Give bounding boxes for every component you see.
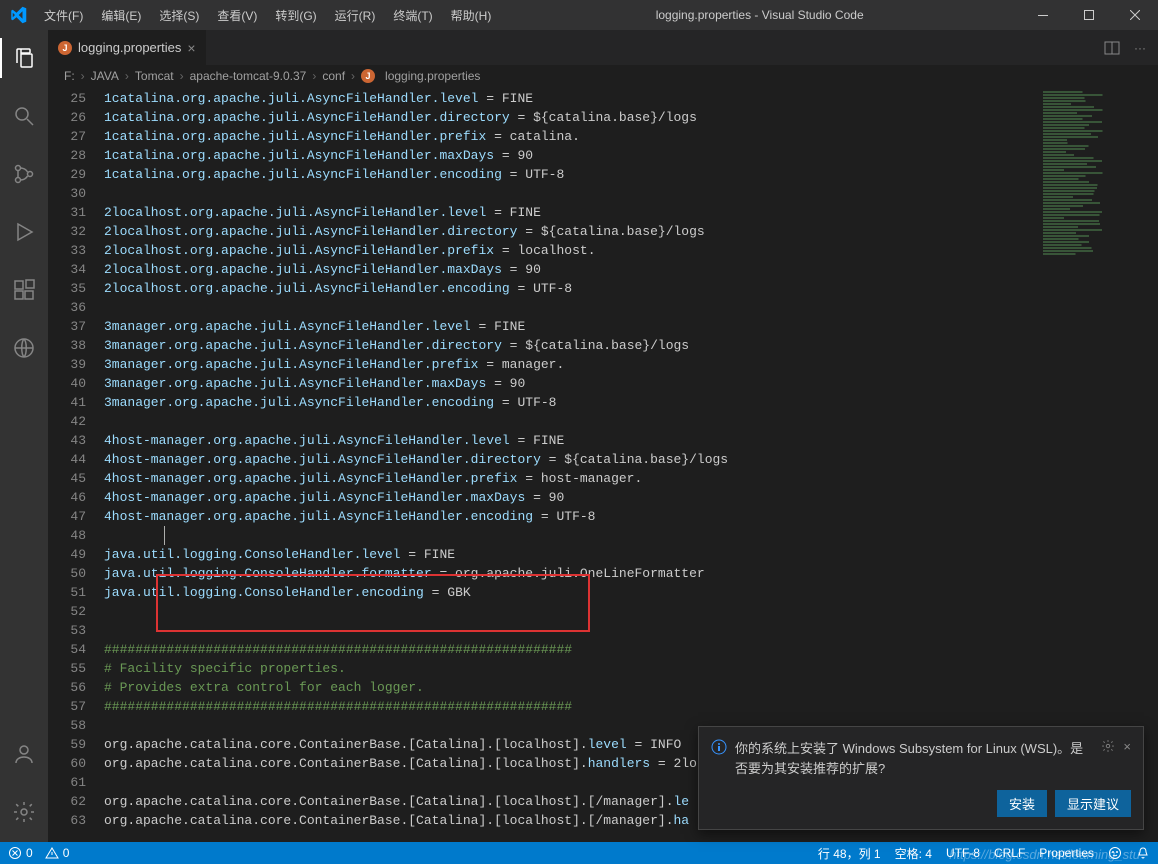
breadcrumb-item[interactable]: F: [64,69,75,83]
titlebar: 文件(F)编辑(E)选择(S)查看(V)转到(G)运行(R)终端(T)帮助(H)… [0,0,1158,30]
menu-item[interactable]: 编辑(E) [93,3,149,28]
menubar: 文件(F)编辑(E)选择(S)查看(V)转到(G)运行(R)终端(T)帮助(H) [36,3,499,28]
maximize-button[interactable] [1066,0,1112,30]
status-language[interactable]: Properties [1039,845,1094,862]
close-button[interactable] [1112,0,1158,30]
breadcrumb-item[interactable]: apache-tomcat-9.0.37 [190,69,307,83]
remote-icon[interactable] [0,328,48,368]
tab-close-icon[interactable]: × [187,40,195,56]
breadcrumb-item[interactable]: logging.properties [385,69,480,83]
status-bell-icon[interactable] [1136,845,1150,862]
status-eol[interactable]: CRLF [994,845,1025,862]
split-editor-icon[interactable] [1104,40,1120,56]
menu-item[interactable]: 帮助(H) [443,3,500,28]
breadcrumb-item[interactable]: Tomcat [135,69,174,83]
breadcrumb-item[interactable]: JAVA [91,69,119,83]
breadcrumb-item[interactable]: conf [322,69,345,83]
properties-file-icon: J [58,41,72,55]
status-feedback-icon[interactable] [1108,845,1122,862]
notification-gear-icon[interactable] [1101,739,1115,753]
menu-item[interactable]: 终端(T) [385,3,440,28]
source-control-icon[interactable] [0,154,48,194]
breadcrumb[interactable]: F:›JAVA›Tomcat›apache-tomcat-9.0.37›conf… [48,65,1158,87]
tab-logging-properties[interactable]: J logging.properties × [48,30,207,65]
debug-icon[interactable] [0,212,48,252]
notification-text: 你的系统上安装了 Windows Subsystem for Linux (WS… [735,739,1093,778]
tab-label: logging.properties [78,40,181,55]
settings-gear-icon[interactable] [0,792,48,832]
vscode-logo-icon [0,6,36,24]
notification-close-icon[interactable]: × [1123,739,1131,754]
menu-item[interactable]: 查看(V) [209,3,265,28]
menu-item[interactable]: 选择(S) [151,3,207,28]
status-warnings[interactable]: 0 [45,846,70,860]
menu-item[interactable]: 运行(R) [327,3,384,28]
tab-bar: J logging.properties × ··· [48,30,1158,65]
notification-toast: 你的系统上安装了 Windows Subsystem for Linux (WS… [698,726,1144,830]
status-indentation[interactable]: 空格: 4 [895,845,932,862]
more-actions-icon[interactable]: ··· [1134,41,1146,55]
status-bar: 0 0 行 48，列 1 空格: 4 UTF-8 CRLF Properties [0,842,1158,864]
menu-item[interactable]: 转到(G) [267,3,324,28]
show-suggestions-button[interactable]: 显示建议 [1055,790,1131,817]
status-cursor-position[interactable]: 行 48，列 1 [818,845,881,862]
extensions-icon[interactable] [0,270,48,310]
menu-item[interactable]: 文件(F) [36,3,91,28]
status-encoding[interactable]: UTF-8 [946,845,980,862]
status-errors[interactable]: 0 [8,846,33,860]
explorer-icon[interactable] [0,38,48,78]
info-icon [711,739,727,755]
install-button[interactable]: 安装 [997,790,1047,817]
window-title: logging.properties - Visual Studio Code [499,8,1020,22]
activity-bar [0,30,48,842]
minimize-button[interactable] [1020,0,1066,30]
search-icon[interactable] [0,96,48,136]
accounts-icon[interactable] [0,734,48,774]
